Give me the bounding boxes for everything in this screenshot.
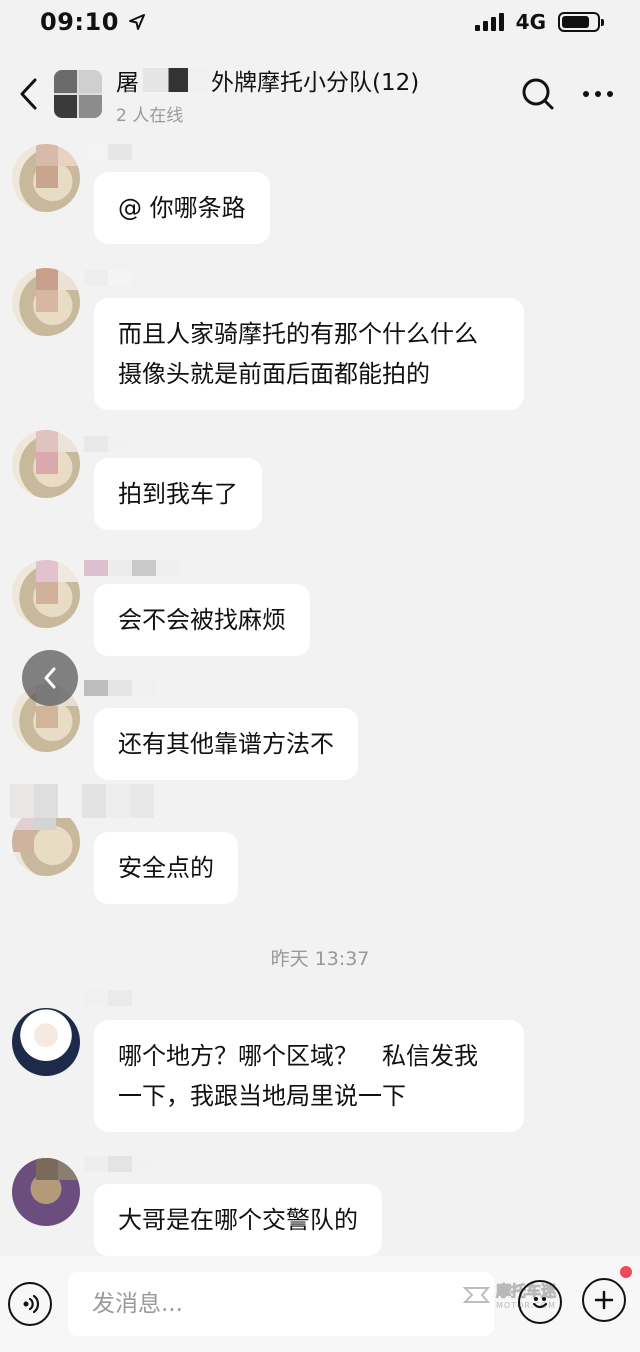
add-button[interactable] xyxy=(582,1278,626,1322)
group-title-prefix: 屠 xyxy=(116,69,139,96)
name-mosaic xyxy=(84,270,132,286)
floating-back-button[interactable] xyxy=(22,650,78,706)
time-divider: 昨天 13:37 xyxy=(270,948,370,970)
more-icon xyxy=(583,91,613,97)
avatar[interactable] xyxy=(12,1158,80,1226)
voice-button[interactable] xyxy=(8,1282,52,1326)
message-bubble[interactable]: 而且人家骑摩托的有那个什么什么摄像头就是前面后面都能拍的 xyxy=(94,298,524,410)
chevron-left-icon xyxy=(44,667,56,689)
message-bubble[interactable]: @ 你哪条路 xyxy=(94,172,270,244)
title-mosaic xyxy=(143,67,207,92)
back-icon xyxy=(20,78,37,110)
avatar[interactable] xyxy=(12,144,80,212)
name-mosaic xyxy=(84,436,132,452)
voice-icon xyxy=(23,1294,40,1314)
battery-fill xyxy=(562,16,590,28)
emoji-icon xyxy=(532,1297,548,1309)
message-bubble[interactable]: 拍到我车了 xyxy=(94,458,262,530)
name-mosaic xyxy=(84,680,156,696)
message-list[interactable]: @ 你哪条路 而且人家骑摩托的有那个什么什么摄像头就是前面后面都能拍的 拍到我车… xyxy=(0,138,640,1256)
message-input[interactable] xyxy=(68,1272,494,1336)
location-arrow-icon xyxy=(128,14,145,30)
avatar[interactable] xyxy=(12,560,80,628)
more-button[interactable] xyxy=(568,64,628,124)
message-bubble[interactable]: 大哥是在哪个交警队的 xyxy=(94,1184,382,1256)
header-text[interactable]: 屠 外牌摩托小分队(12) 2 人在线 xyxy=(116,63,508,126)
clock-text: 09:10 xyxy=(40,8,119,36)
message-bubble[interactable]: 还有其他靠谱方法不 xyxy=(94,708,358,780)
message-bubble[interactable]: 哪个地方？哪个区域？ 私信发我一下，我跟当地局里说一下 xyxy=(94,1020,524,1132)
plus-icon xyxy=(594,1290,614,1310)
message-bubble[interactable]: 安全点的 xyxy=(94,832,238,904)
group-title: 屠 外牌摩托小分队(12) xyxy=(116,63,508,97)
name-mosaic xyxy=(84,144,132,160)
group-title-suffix: 外牌摩托小分队(12) xyxy=(211,69,420,96)
input-bar: 摩托车迷 MOTOR.COM xyxy=(0,1256,640,1352)
search-icon xyxy=(522,78,554,110)
avatar[interactable] xyxy=(12,1008,80,1076)
avatar[interactable] xyxy=(12,268,80,336)
signal-icon xyxy=(474,13,504,31)
status-indicators: 4G xyxy=(474,10,604,34)
online-status: 2 人在线 xyxy=(116,105,184,126)
notification-dot xyxy=(620,1266,632,1278)
battery-icon xyxy=(558,12,604,32)
name-mosaic xyxy=(84,1156,156,1172)
network-label: 4G xyxy=(515,10,546,34)
status-time: 09:10 xyxy=(40,8,147,36)
search-button[interactable] xyxy=(508,64,568,124)
back-button[interactable] xyxy=(6,64,50,124)
group-avatar[interactable] xyxy=(54,70,102,118)
name-mosaic xyxy=(10,784,154,818)
avatar[interactable] xyxy=(12,808,80,876)
avatar[interactable] xyxy=(12,430,80,498)
emoji-button[interactable] xyxy=(518,1280,562,1324)
message-bubble[interactable]: 会不会被找麻烦 xyxy=(94,584,310,656)
name-mosaic xyxy=(84,990,132,1006)
name-mosaic xyxy=(84,560,180,576)
chat-header: 屠 外牌摩托小分队(12) 2 人在线 xyxy=(0,56,640,132)
status-bar: 09:10 4G xyxy=(0,0,640,44)
